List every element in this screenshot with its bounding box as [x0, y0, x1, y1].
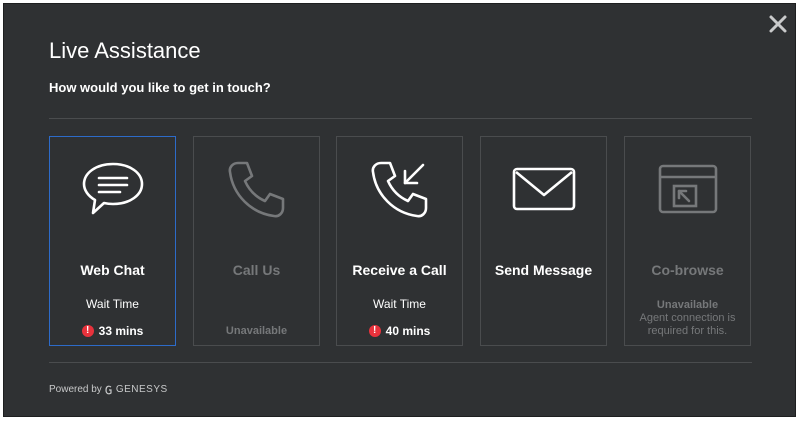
web-chat-wait-label: Wait Time: [86, 297, 139, 311]
phone-icon: [194, 155, 319, 225]
web-chat-card[interactable]: Web Chat Wait Time ! 33 mins: [49, 136, 176, 346]
send-message-card[interactable]: Send Message: [480, 136, 607, 346]
bottom-divider: [49, 362, 752, 363]
receive-call-wait-label: Wait Time: [373, 297, 426, 311]
call-us-status: Unavailable: [225, 325, 288, 337]
call-us-label: Call Us: [232, 262, 281, 278]
co-browse-label: Co-browse: [651, 262, 724, 278]
dialog-title: Live Assistance: [49, 38, 201, 63]
close-button[interactable]: [767, 13, 789, 35]
co-browse-status-line2: required for this.: [647, 325, 728, 337]
live-assistance-dialog: Live Assistance How would you like to ge…: [3, 3, 796, 417]
receive-call-card[interactable]: Receive a Call Wait Time ! 40 mins: [336, 136, 463, 346]
co-browse-status-title: Unavailable: [656, 299, 719, 311]
phone-incoming-icon: [337, 155, 462, 225]
web-chat-wait-value: 33 mins: [98, 324, 144, 338]
co-browse-status: Unavailable Agent connection is required…: [625, 299, 750, 338]
receive-call-wait-time: ! 40 mins: [337, 324, 462, 338]
receive-call-label: Receive a Call: [352, 262, 447, 278]
alert-icon: !: [81, 325, 94, 337]
co-browse-card[interactable]: Co-browse Unavailable Agent connection i…: [624, 136, 751, 346]
chat-bubble-icon: [50, 155, 175, 225]
powered-by-text: Powered by: [49, 384, 102, 395]
genesys-brand: GENESYS: [115, 384, 168, 395]
envelope-icon: [481, 155, 606, 225]
alert-icon: !: [368, 325, 381, 337]
co-browse-status-line1: Agent connection is: [639, 312, 736, 324]
dialog-subtitle: How would you like to get in touch?: [49, 80, 271, 95]
web-chat-wait-time: ! 33 mins: [50, 324, 175, 338]
cobrowse-icon: [625, 155, 750, 225]
top-divider: [49, 118, 752, 119]
powered-by-footer: Powered by GENESYS: [49, 384, 168, 395]
genesys-logo-icon: [105, 385, 112, 394]
receive-call-wait-value: 40 mins: [385, 324, 431, 338]
web-chat-label: Web Chat: [80, 262, 145, 278]
call-us-card[interactable]: Call Us Unavailable: [193, 136, 320, 346]
send-message-label: Send Message: [494, 262, 593, 278]
close-icon: [769, 15, 787, 33]
